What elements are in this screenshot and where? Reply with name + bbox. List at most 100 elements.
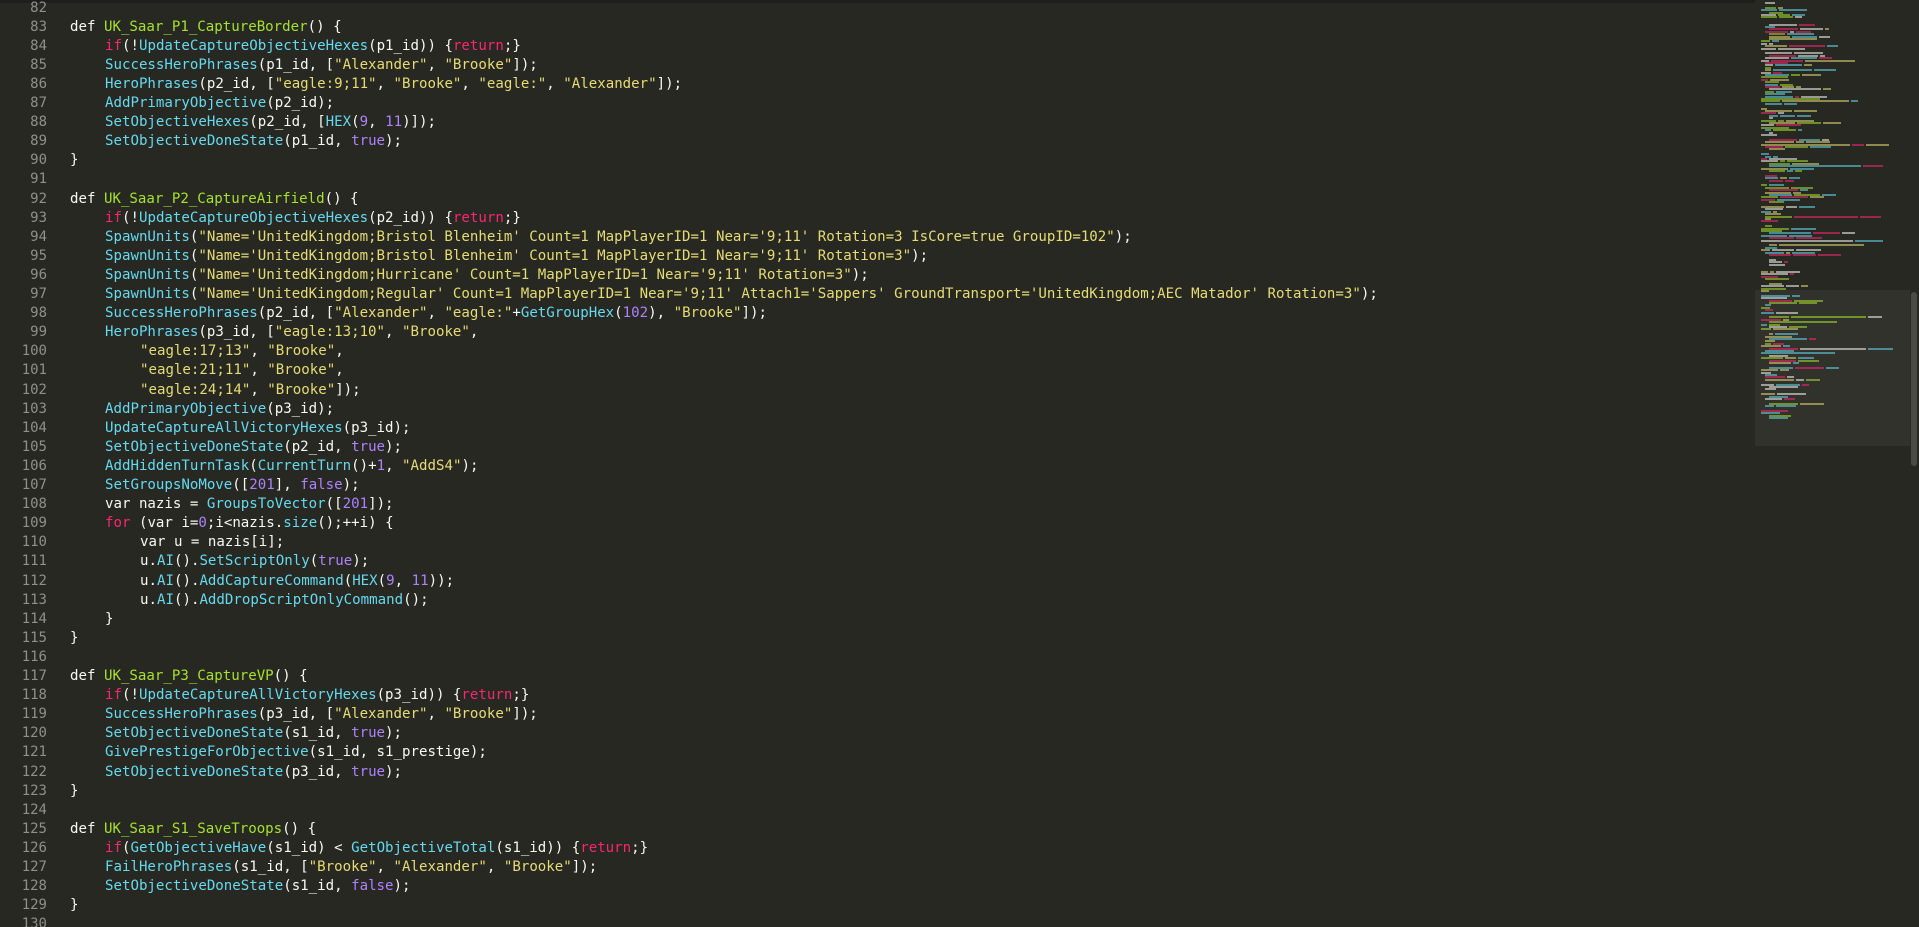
code-token: (	[614, 305, 623, 322]
minimap-code-mark	[1868, 316, 1882, 319]
code-line[interactable]: 100 "eagle:17;13", "Brooke",	[0, 342, 1755, 361]
code-token: ,	[250, 381, 268, 398]
code-token: return	[461, 687, 513, 704]
code-line[interactable]: 101 "eagle:21;11", "Brooke",	[0, 361, 1755, 380]
code-line[interactable]: 110 var u = nazis[i];	[0, 533, 1755, 552]
code-token: );	[851, 266, 869, 283]
code-editor[interactable]: 82 83 def UK_Saar_P1_CaptureBorder() {84 if…	[0, 0, 1755, 927]
line-number: 128	[21, 878, 47, 895]
code-line[interactable]: 112 u.AI().AddCaptureCommand(HEX(9, 11));	[0, 571, 1755, 590]
code-token: var u = nazis[i];	[140, 534, 285, 551]
code-line[interactable]: 89 SetObjectiveDoneState(p1_id, true);	[0, 132, 1755, 151]
code-line[interactable]: 125 def UK_Saar_S1_SaveTroops() {	[0, 819, 1755, 838]
code-text: u.AI().AddCaptureCommand(HEX(9, 11));	[47, 573, 454, 589]
code-line[interactable]: 94 SpawnUnits("Name='UnitedKingdom;Bristo…	[0, 227, 1755, 246]
minimap-code-mark	[1802, 383, 1809, 386]
code-line[interactable]: 86 HeroPhrases(p2_id, ["eagle:9;11", "Bro…	[0, 74, 1755, 93]
code-token: true	[351, 438, 386, 455]
code-line[interactable]: 108 var nazis = GroupsToVector([201]);	[0, 495, 1755, 514]
minimap[interactable]	[1755, 0, 1910, 927]
code-token: ,	[427, 305, 445, 322]
code-token: }	[70, 782, 79, 799]
code-line[interactable]: 117 def UK_Saar_P3_CaptureVP() {	[0, 667, 1755, 686]
code-line[interactable]: 116	[0, 647, 1755, 666]
minimap-code-mark	[1772, 40, 1779, 43]
code-line[interactable]: 90}	[0, 151, 1755, 170]
code-token: (s1_id) <	[266, 839, 352, 856]
code-line[interactable]: 104 UpdateCaptureAllVictoryHexes(p3_id);	[0, 418, 1755, 437]
code-token: "Alexander"	[563, 75, 657, 92]
minimap-code-mark	[1761, 328, 1771, 331]
code-token: 0	[198, 515, 207, 532]
code-line[interactable]: 127 FailHeroPhrases(s1_id, ["Brooke", "Al…	[0, 858, 1755, 877]
minimap-code-mark	[1800, 347, 1866, 350]
code-line[interactable]: 124	[0, 800, 1755, 819]
code-line[interactable]: 92 def UK_Saar_P2_CaptureAirfield() {	[0, 189, 1755, 208]
line-number: 90	[30, 152, 47, 169]
minimap-code-mark	[1813, 232, 1840, 235]
minimap-code-mark	[1818, 254, 1841, 256]
code-line[interactable]: 121 GivePrestigeForObjective(s1_id, s1_pr…	[0, 743, 1755, 762]
code-line[interactable]: 120 SetObjectiveDoneState(s1_id, true);	[0, 724, 1755, 743]
code-line[interactable]: 118 if(!UpdateCaptureAllVictoryHexes(p3_i…	[0, 686, 1755, 705]
code-token: () {	[282, 820, 317, 837]
code-line[interactable]: 93 if(!UpdateCaptureObjectiveHexes(p2_id)…	[0, 208, 1755, 227]
code-line[interactable]: 95 SpawnUnits("Name='UnitedKingdom;Bristo…	[0, 246, 1755, 265]
code-text: u.AI().SetScriptOnly(true);	[47, 553, 369, 569]
code-token: )]);	[402, 114, 437, 131]
code-token: (p2_id);	[266, 95, 335, 111]
code-line[interactable]: 111 u.AI().SetScriptOnly(true);	[0, 552, 1755, 571]
code-line[interactable]: 87 AddPrimaryObjective(p2_id);	[0, 94, 1755, 113]
code-token: def	[70, 190, 96, 207]
code-token: ]);	[656, 75, 683, 92]
minimap-code-mark	[1761, 311, 1774, 314]
code-line[interactable]: 98 SuccessHeroPhrases(p2_id, ["Alexander"…	[0, 304, 1755, 323]
code-line[interactable]: 105 SetObjectiveDoneState(p2_id, true);	[0, 437, 1755, 456]
code-line[interactable]: 130	[0, 915, 1755, 927]
code-token: "eagle:"	[444, 305, 513, 322]
vertical-scrollbar[interactable]	[1910, 0, 1919, 927]
code-line[interactable]: 97 SpawnUnits("Name='UnitedKingdom;Regula…	[0, 285, 1755, 304]
code-line[interactable]: 102 "eagle:24;14", "Brooke"]);	[0, 380, 1755, 399]
code-line[interactable]: 84 if(!UpdateCaptureObjectiveHexes(p1_id)…	[0, 36, 1755, 55]
code-text: FailHeroPhrases(s1_id, ["Brooke", "Alexa…	[47, 859, 597, 875]
code-line[interactable]: 96 SpawnUnits("Name='UnitedKingdom;Hurric…	[0, 265, 1755, 284]
code-token: (p3_id,	[283, 763, 352, 780]
code-line[interactable]: 126 if(GetObjectiveHave(s1_id) < GetObjec…	[0, 838, 1755, 857]
code-line[interactable]: 85 SuccessHeroPhrases(p1_id, ["Alexander"…	[0, 55, 1755, 74]
scrollbar-thumb[interactable]	[1911, 292, 1917, 466]
code-token: "eagle:24;14"	[140, 381, 251, 398]
code-token: SetObjectiveDoneState	[105, 878, 284, 895]
code-token: }	[70, 152, 79, 169]
code-token: SetObjectiveHexes	[105, 114, 250, 131]
code-line[interactable]: 83 def UK_Saar_P1_CaptureBorder() {	[0, 17, 1755, 36]
code-token: "Name='UnitedKingdom;Regular' Count=1 Ma…	[198, 286, 1361, 302]
code-line[interactable]: 91	[0, 170, 1755, 189]
code-line[interactable]: 106 AddHiddenTurnTask(CurrentTurn()+1, "A…	[0, 456, 1755, 475]
code-line[interactable]: 99 HeroPhrases(p3_id, ["eagle:13;10", "Br…	[0, 323, 1755, 342]
code-token: (	[351, 114, 360, 131]
code-line[interactable]: 128 SetObjectiveDoneState(s1_id, false);	[0, 877, 1755, 896]
code-line[interactable]: 109 for (var i=0;i<nazis.size();++i) {	[0, 514, 1755, 533]
code-line[interactable]: 119 SuccessHeroPhrases(p3_id, ["Alexander…	[0, 705, 1755, 724]
line-number: 87	[30, 95, 47, 111]
line-number: 119	[21, 706, 47, 723]
code-token: "Name='UnitedKingdom;Bristol Blenheim' C…	[198, 228, 1115, 245]
code-line[interactable]: 103 AddPrimaryObjective(p3_id);	[0, 399, 1755, 418]
minimap-code-mark	[1773, 328, 1798, 331]
code-token: for	[105, 515, 131, 532]
minimap-code-mark	[1769, 179, 1783, 182]
code-line[interactable]: 123}	[0, 781, 1755, 800]
code-line[interactable]: 122 SetObjectiveDoneState(p3_id, true);	[0, 762, 1755, 781]
code-line[interactable]: 129}	[0, 896, 1755, 915]
code-line[interactable]: 82	[0, 0, 1755, 17]
code-line[interactable]: 113 u.AI().AddDropScriptOnlyCommand();	[0, 590, 1755, 609]
code-line[interactable]: 114}	[0, 609, 1755, 628]
code-text: SetObjectiveHexes(p2_id, [HEX(9, 11)]);	[47, 114, 436, 130]
code-text: if(!UpdateCaptureAllVictoryHexes(p3_id))…	[47, 687, 529, 703]
code-line[interactable]: 107 SetGroupsNoMove([201], false);	[0, 476, 1755, 495]
code-line[interactable]: 115}	[0, 628, 1755, 647]
minimap-code-mark	[1784, 102, 1797, 105]
code-token: ;}	[631, 839, 649, 856]
code-line[interactable]: 88 SetObjectiveHexes(p2_id, [HEX(9, 11)])…	[0, 113, 1755, 132]
